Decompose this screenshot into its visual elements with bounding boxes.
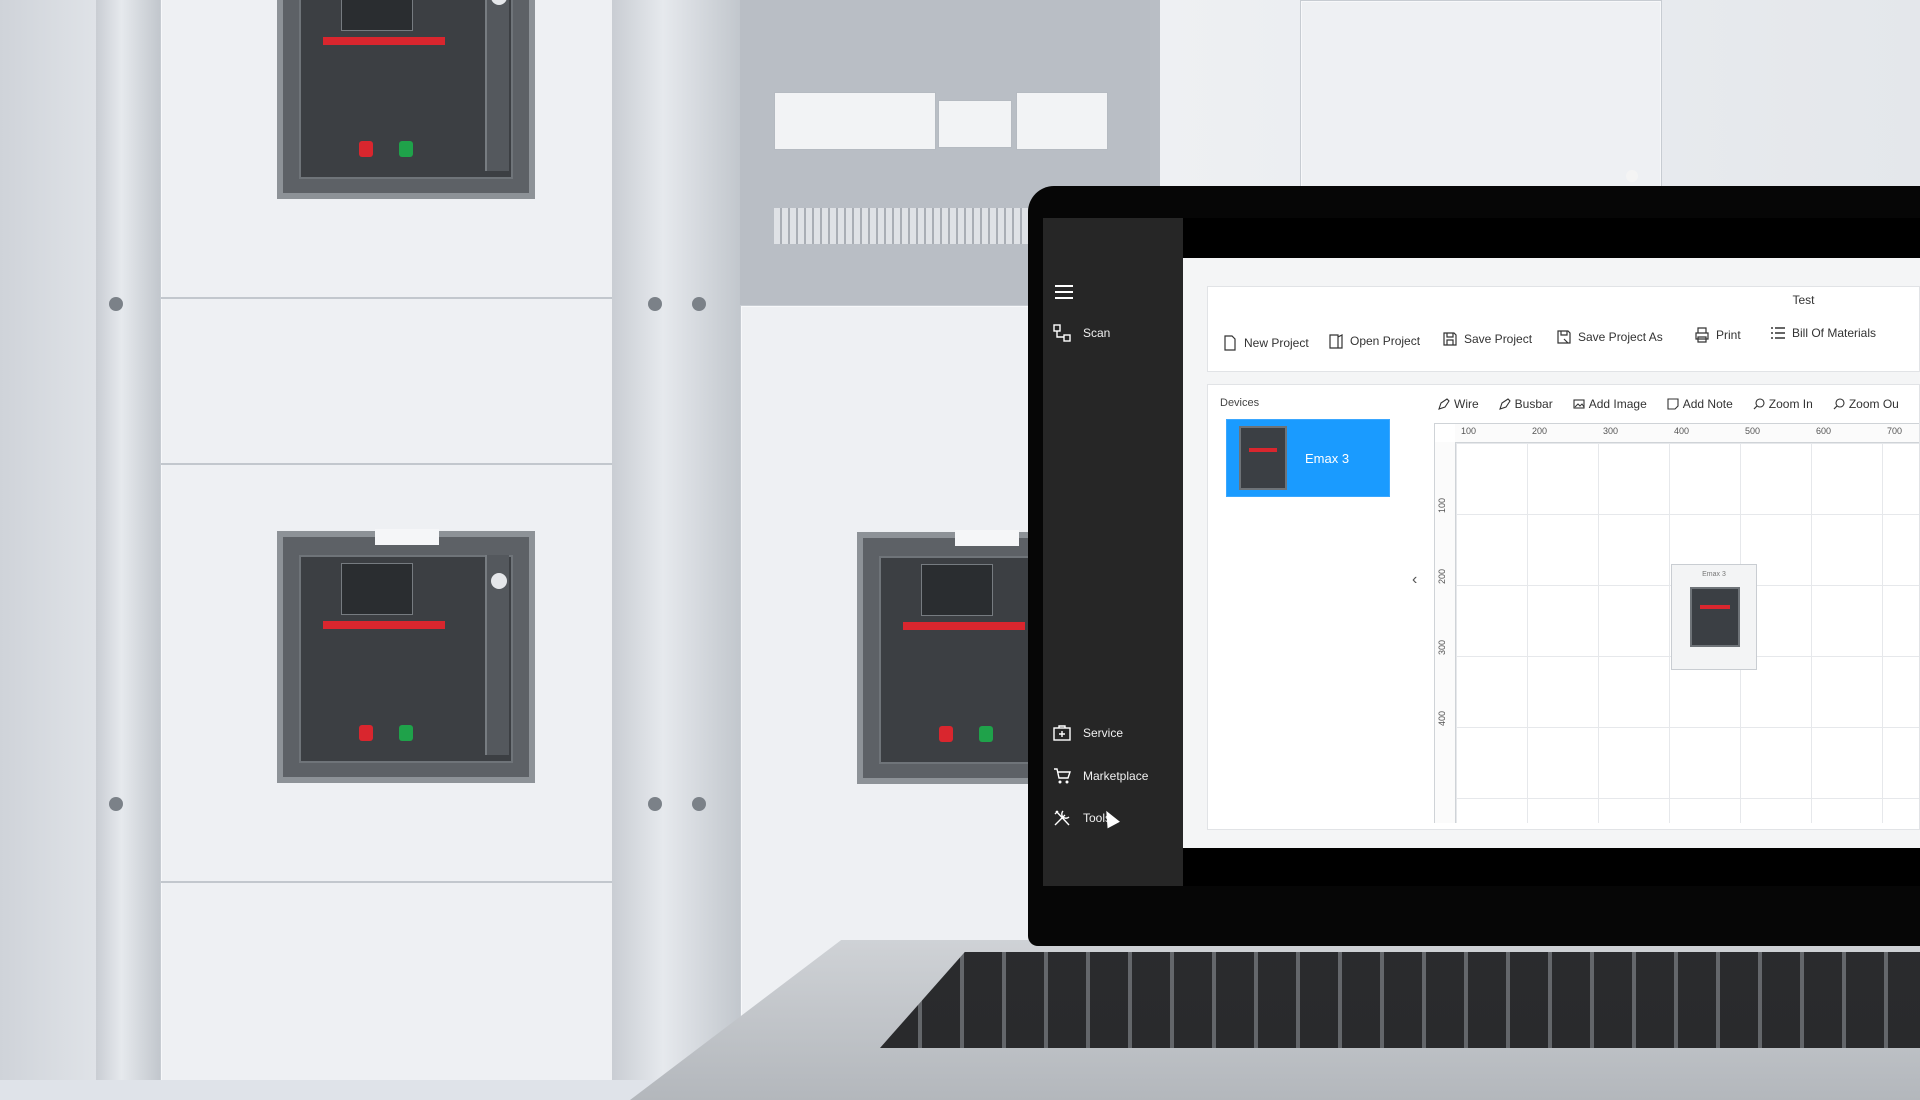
chevron-left-icon[interactable]: ‹ [1412, 571, 1417, 589]
ruler-tick: 300 [1437, 640, 1447, 656]
magnifier-icon [1753, 398, 1765, 410]
din-module [774, 92, 936, 150]
edit-toolbar: Wire Busbar Add Image Add Note Zoom In Z… [1438, 397, 1899, 411]
ruler-tick: 700 [1887, 426, 1903, 436]
placed-device-emax3[interactable]: Emax 3 [1671, 564, 1757, 670]
open-file-icon [1329, 334, 1343, 349]
breaker-image [1690, 587, 1740, 647]
laptop-screen: Scan Service Marketplace Tools Test New … [1043, 218, 1920, 886]
wire-button[interactable]: Wire [1438, 397, 1479, 411]
save-project-as-label: Save Project As [1578, 330, 1663, 344]
din-module [938, 100, 1012, 148]
app-sidebar: Scan Service Marketplace Tools [1043, 218, 1183, 886]
add-note-button[interactable]: Add Note [1667, 397, 1733, 411]
print-button[interactable]: Print [1694, 327, 1741, 343]
add-image-button[interactable]: Add Image [1573, 397, 1647, 411]
screw [692, 797, 706, 811]
wire-label: Wire [1454, 397, 1479, 411]
ruler-tick: 200 [1437, 569, 1447, 585]
sidebar-item-service[interactable]: Service [1053, 724, 1123, 742]
screw [692, 297, 706, 311]
ruler-tick: 200 [1532, 426, 1548, 436]
zoom-out-label: Zoom Ou [1848, 397, 1899, 411]
device-name: Emax 3 [1305, 450, 1350, 466]
zoom-out-button[interactable]: Zoom Ou [1833, 397, 1899, 411]
workarea: Devices Emax 3 ‹ Wire Busbar Add Image A… [1207, 384, 1920, 830]
app-content: Test New Project Open Project Save Proje… [1183, 258, 1920, 848]
ruler-tick: 400 [1437, 711, 1447, 727]
bill-of-materials-button[interactable]: Bill Of Materials [1770, 325, 1876, 341]
cabinet-pillar [612, 0, 740, 1080]
panel-divider [161, 881, 613, 883]
busbar-label: Busbar [1514, 397, 1553, 411]
circuit-breaker-middle [277, 529, 535, 783]
ruler-tick: 500 [1745, 426, 1761, 436]
horizontal-ruler: 100 200 300 400 500 600 700 [1455, 424, 1919, 443]
ruler-tick: 400 [1674, 426, 1690, 436]
save-as-icon [1557, 330, 1571, 344]
new-project-button[interactable]: New Project [1222, 335, 1309, 351]
ruler-tick: 300 [1603, 426, 1619, 436]
note-icon [1667, 398, 1679, 410]
image-icon [1573, 399, 1585, 409]
pencil-icon [1498, 398, 1511, 410]
sidebar-item-label: Marketplace [1083, 769, 1149, 783]
panel-divider [161, 463, 613, 465]
save-icon [1443, 332, 1457, 346]
sidebar-item-marketplace[interactable]: Marketplace [1053, 767, 1148, 785]
bill-of-materials-label: Bill Of Materials [1792, 326, 1877, 340]
new-project-label: New Project [1244, 336, 1309, 350]
scan-icon [1053, 324, 1071, 342]
print-label: Print [1716, 328, 1741, 342]
breaker-thumbnail [1239, 426, 1287, 490]
din-module [1016, 92, 1108, 150]
webcam [1626, 170, 1638, 182]
cabinet-pillar [96, 0, 160, 1080]
sidebar-item-scan[interactable]: Scan [1053, 324, 1110, 342]
sidebar-item-label: Service [1083, 726, 1124, 740]
switchgear-cabinet-back [1300, 0, 1662, 188]
tools-icon [1054, 810, 1070, 826]
add-image-label: Add Image [1588, 397, 1647, 411]
hamburger-menu-icon[interactable] [1055, 284, 1073, 305]
panel-divider [161, 297, 613, 299]
sidebar-item-label: Scan [1083, 326, 1111, 340]
ruler-tick: 600 [1816, 426, 1832, 436]
switchgear-cabinet-left [160, 0, 614, 1080]
service-icon [1053, 725, 1071, 741]
zoom-in-button[interactable]: Zoom In [1753, 397, 1813, 411]
document-title: Test [1792, 293, 1815, 307]
busbar-button[interactable]: Busbar [1498, 397, 1553, 411]
add-note-label: Add Note [1682, 397, 1733, 411]
list-icon [1771, 327, 1785, 339]
open-project-button[interactable]: Open Project [1328, 333, 1420, 349]
screw [648, 797, 662, 811]
pencil-icon [1438, 398, 1450, 410]
ruler-tick: 100 [1461, 426, 1477, 436]
open-project-label: Open Project [1350, 334, 1421, 348]
save-project-button[interactable]: Save Project [1442, 331, 1532, 347]
placed-device-label: Emax 3 [1702, 571, 1726, 578]
new-file-icon [1224, 335, 1236, 351]
cart-icon [1054, 768, 1071, 784]
screw [648, 297, 662, 311]
vertical-ruler: 100 200 300 400 [1435, 442, 1456, 823]
save-project-as-button[interactable]: Save Project As [1556, 329, 1663, 345]
printer-icon [1695, 327, 1709, 343]
laptop-keyboard [880, 952, 1920, 1048]
save-project-label: Save Project [1464, 332, 1533, 346]
circuit-breaker-top [277, 0, 535, 199]
zoom-in-label: Zoom In [1768, 397, 1813, 411]
device-card-emax3[interactable]: Emax 3 [1226, 419, 1390, 497]
screw [109, 297, 123, 311]
screw [109, 797, 123, 811]
drawing-canvas[interactable]: 100 200 300 400 500 600 700 100 200 300 … [1434, 423, 1919, 823]
project-toolbar: Test New Project Open Project Save Proje… [1207, 286, 1920, 372]
ruler-tick: 100 [1437, 498, 1447, 514]
devices-heading: Devices [1220, 397, 1260, 409]
magnifier-icon [1833, 398, 1845, 410]
